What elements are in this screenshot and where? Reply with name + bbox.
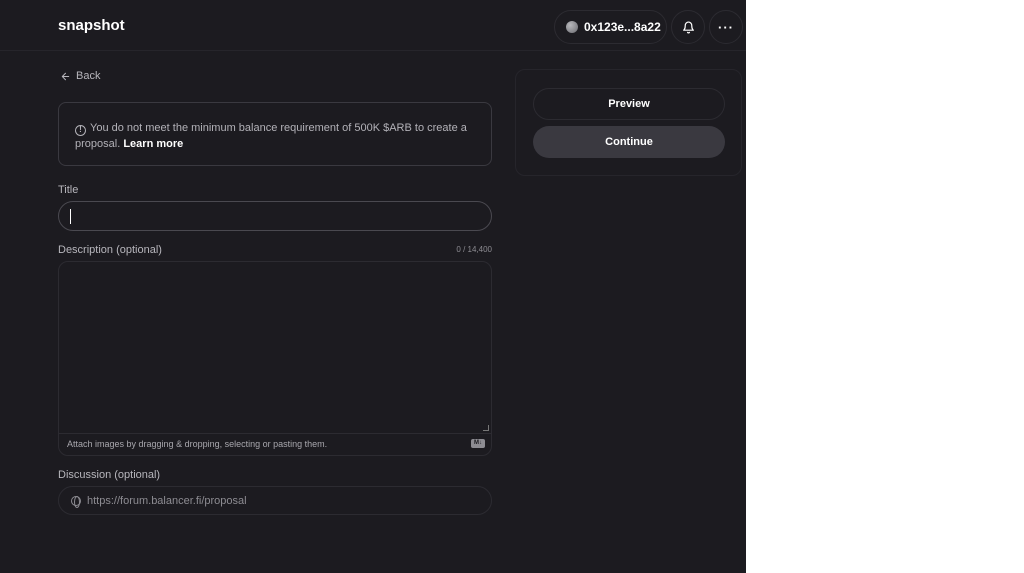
globe-icon [71,495,81,508]
learn-more-link[interactable]: Learn more [123,138,183,150]
text-caret [70,209,71,224]
back-label: Back [76,70,101,82]
title-input[interactable] [58,201,492,231]
more-menu-button[interactable]: ··· [709,10,743,44]
back-link[interactable]: Back [60,70,100,82]
description-counter: 0 / 14,400 [456,245,492,254]
title-label: Title [58,184,79,196]
preview-button[interactable]: Preview [533,88,725,120]
discussion-placeholder: https://forum.balancer.fi/proposal [87,494,247,507]
arrow-left-icon [61,72,70,80]
attach-images-hint[interactable]: Attach images by dragging & dropping, se… [67,439,327,449]
description-textarea[interactable]: Attach images by dragging & dropping, se… [58,261,492,456]
top-navigation: snapshot 0x123e...8a22 ··· [0,7,746,51]
app-window: snapshot 0x123e...8a22 ··· Back ! You do … [0,0,746,573]
description-label: Description (optional) [58,244,162,256]
continue-button[interactable]: Continue [533,126,725,158]
actions-panel: Preview Continue [515,69,742,176]
discussion-input[interactable]: https://forum.balancer.fi/proposal [58,486,492,515]
notifications-button[interactable] [671,10,705,44]
account-address: 0x123e...8a22 [584,20,661,34]
resize-handle-icon[interactable] [483,425,489,431]
description-divider [59,433,491,434]
info-icon: ! [75,125,86,136]
balance-alert: ! You do not meet the minimum balance req… [58,102,492,166]
account-button[interactable]: 0x123e...8a22 [554,10,667,44]
avatar [566,21,578,33]
markdown-icon: M↓ [471,439,485,448]
discussion-label: Discussion (optional) [58,469,161,481]
bell-icon [682,21,694,33]
brand-logo[interactable]: snapshot [58,17,125,34]
more-icon: ··· [718,19,734,35]
